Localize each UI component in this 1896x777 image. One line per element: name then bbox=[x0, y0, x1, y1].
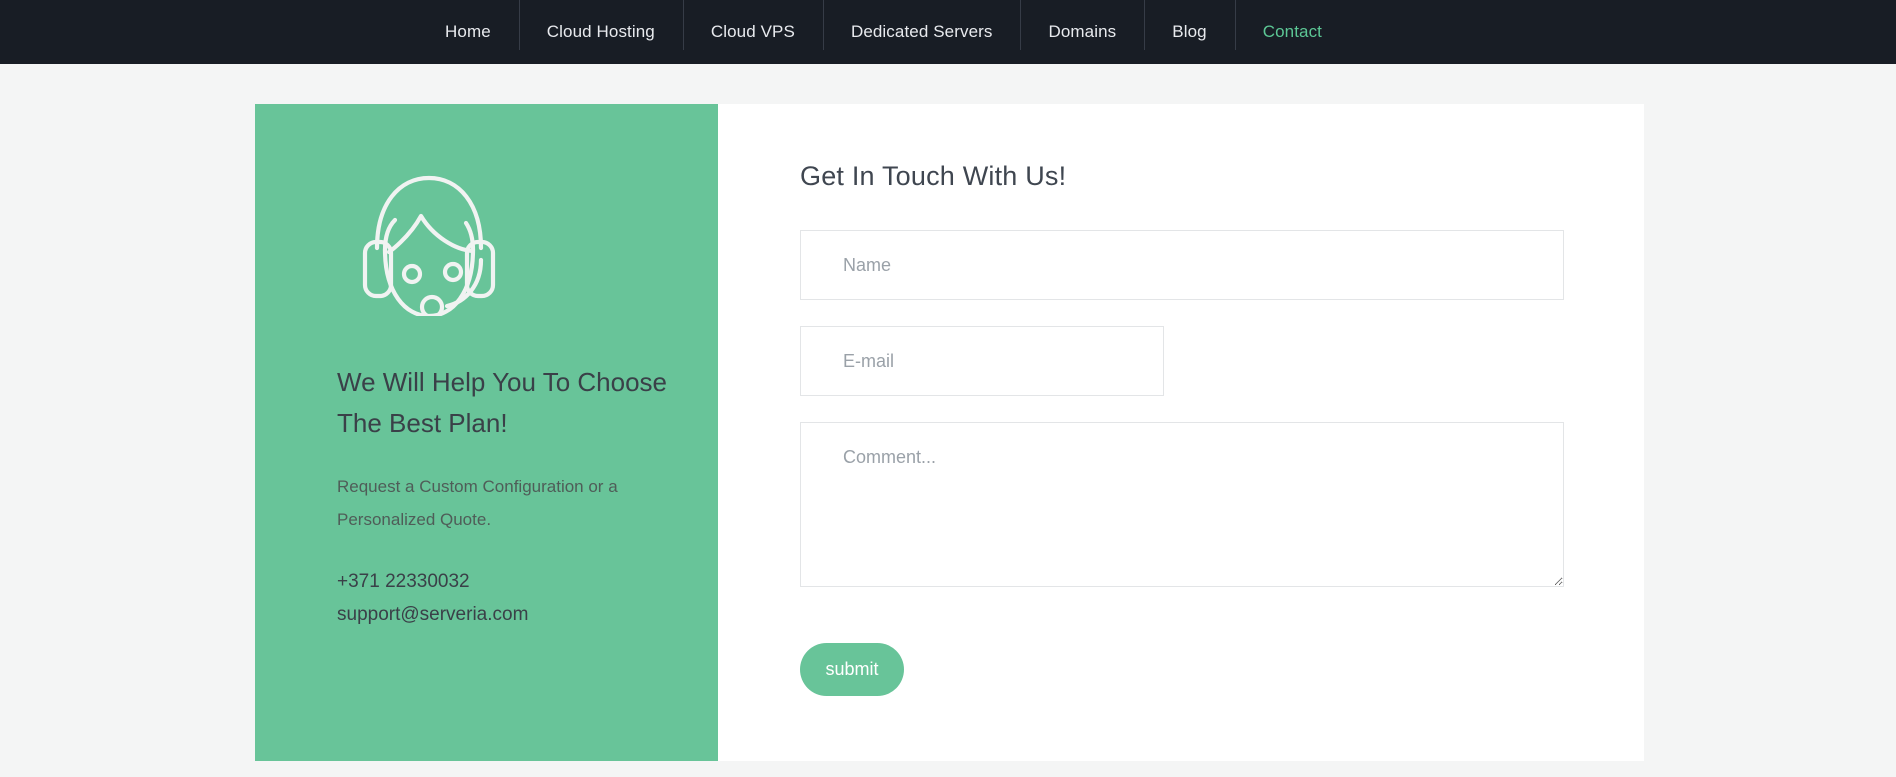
nav-item-cloud-hosting[interactable]: Cloud Hosting bbox=[518, 0, 683, 64]
info-panel: We Will Help You To Choose The Best Plan… bbox=[255, 104, 718, 761]
submit-button[interactable]: submit bbox=[800, 643, 904, 696]
nav-item-home[interactable]: Home bbox=[417, 0, 519, 64]
nav-item-cloud-vps[interactable]: Cloud VPS bbox=[682, 0, 823, 64]
nav-item-blog[interactable]: Blog bbox=[1144, 0, 1234, 64]
email-input[interactable] bbox=[800, 326, 1164, 396]
site-header: Home Cloud Hosting Cloud VPS Dedicated S… bbox=[0, 0, 1896, 64]
contact-form: submit bbox=[800, 230, 1644, 696]
nav-item-dedicated-servers[interactable]: Dedicated Servers bbox=[822, 0, 1021, 64]
name-input[interactable] bbox=[800, 230, 1564, 300]
nav-item-domains[interactable]: Domains bbox=[1020, 0, 1144, 64]
contact-section: We Will Help You To Choose The Best Plan… bbox=[255, 104, 1644, 761]
contact-form-card: Get In Touch With Us! submit bbox=[718, 104, 1644, 761]
page-body: We Will Help You To Choose The Best Plan… bbox=[0, 64, 1896, 777]
main-navigation: Home Cloud Hosting Cloud VPS Dedicated S… bbox=[417, 0, 1350, 64]
info-panel-title: We Will Help You To Choose The Best Plan… bbox=[337, 367, 668, 438]
info-panel-description: Request a Custom Configuration or a Pers… bbox=[337, 477, 618, 529]
comment-textarea[interactable] bbox=[800, 422, 1564, 587]
contact-email[interactable]: support@serveria.com bbox=[337, 598, 668, 631]
form-title: Get In Touch With Us! bbox=[800, 161, 1067, 191]
info-panel-contact: +371 22330032 support@serveria.com bbox=[337, 565, 668, 631]
contact-phone[interactable]: +371 22330032 bbox=[337, 565, 668, 598]
nav-item-contact[interactable]: Contact bbox=[1234, 0, 1350, 64]
support-headset-icon bbox=[359, 164, 499, 320]
